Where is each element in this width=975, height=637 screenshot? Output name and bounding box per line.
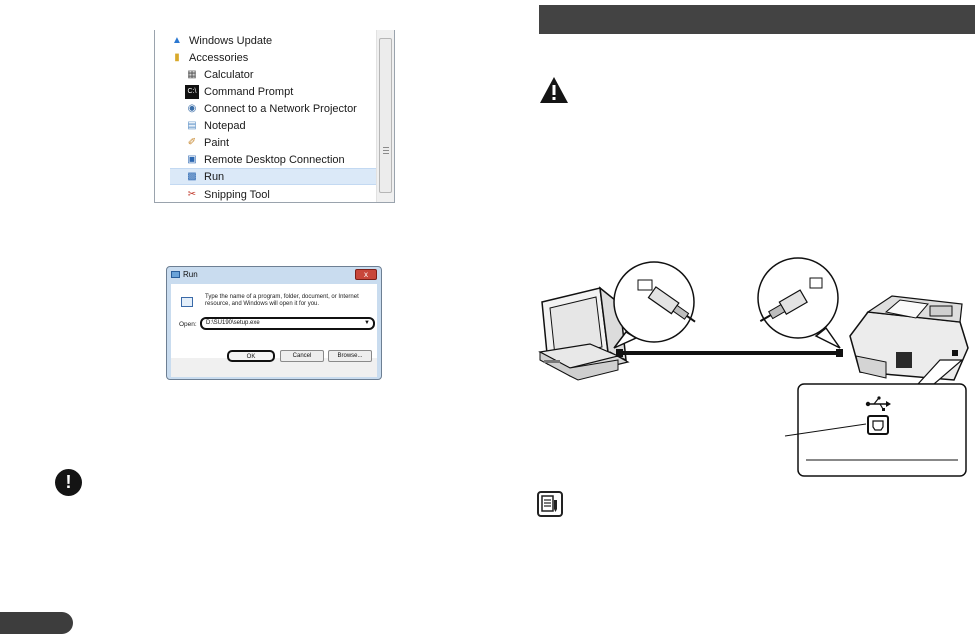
menu-item-label: Snipping Tool <box>204 188 270 201</box>
windows-update-icon: ▲ <box>172 34 182 46</box>
command-prompt-icon: C:\ <box>185 84 199 99</box>
open-label: Open: <box>179 321 197 328</box>
menu-item-accessories[interactable]: ▮ Accessories <box>170 49 390 66</box>
menu-scrollbar[interactable] <box>376 30 394 202</box>
scroll-grip-icon <box>383 147 389 156</box>
section-header-bar <box>539 5 975 34</box>
chevron-down-icon[interactable]: ▼ <box>364 319 370 328</box>
run-icon: ▩ <box>187 170 197 182</box>
menu-item-command-prompt[interactable]: C:\ Command Prompt <box>185 83 394 100</box>
menu-item-label: Remote Desktop Connection <box>204 153 345 166</box>
folder-icon: ▮ <box>174 51 180 63</box>
menu-item-label: Run <box>204 170 225 183</box>
cancel-button[interactable]: Cancel <box>280 350 324 362</box>
usb-b-port-icon <box>867 415 889 435</box>
menu-item-notepad[interactable]: ▤ Notepad <box>185 117 394 134</box>
notepad-icon: ▤ <box>187 119 197 131</box>
menu-item-snipping-tool[interactable]: ✂ Snipping Tool <box>185 186 394 202</box>
run-dialog-titlebar: Run <box>167 267 381 283</box>
menu-item-label: Calculator <box>204 68 254 81</box>
usb-a-connector-callout <box>613 261 696 349</box>
projector-icon: ◉ <box>187 102 197 114</box>
usb-port-detail-callout <box>784 359 967 477</box>
menu-item-label: Notepad <box>204 119 246 132</box>
scrollbar-thumb[interactable] <box>379 38 392 193</box>
open-input[interactable]: D:\SU190\setup.exe ▼ <box>200 317 375 330</box>
start-menu-screenshot: ▲ Windows Update ▮ Accessories ▦ Calcula… <box>154 30 395 203</box>
menu-item-calculator[interactable]: ▦ Calculator <box>185 66 394 83</box>
menu-item-network-projector[interactable]: ◉ Connect to a Network Projector <box>185 100 394 117</box>
run-dialog-title: Run <box>183 270 198 279</box>
usb-b-connector-callout <box>757 257 841 349</box>
usb-connection-illustration <box>538 257 969 477</box>
run-window-icon <box>171 271 180 278</box>
browse-button[interactable]: Browse... <box>328 350 372 362</box>
menu-item-label: Command Prompt <box>204 85 294 98</box>
paint-icon: ✐ <box>187 136 197 148</box>
note-icon <box>537 491 563 517</box>
page-number-tab <box>0 612 73 634</box>
menu-item-label: Accessories <box>189 51 249 64</box>
menu-item-windows-update[interactable]: ▲ Windows Update <box>170 32 390 49</box>
run-program-icon <box>181 297 193 307</box>
open-input-value: D:\SU190\setup.exe <box>206 320 260 326</box>
calculator-icon: ▦ <box>187 68 197 80</box>
snipping-tool-icon: ✂ <box>187 188 197 200</box>
remote-desktop-icon: ▣ <box>187 153 197 165</box>
important-icon: ! <box>55 469 82 496</box>
run-dialog: Run x Type the name of a program, folder… <box>166 266 382 380</box>
caution-icon <box>540 77 568 103</box>
ok-button[interactable]: OK <box>227 350 275 362</box>
menu-item-run[interactable]: ▩ Run <box>170 168 390 185</box>
menu-item-label: Windows Update <box>189 34 273 47</box>
run-dialog-description: Type the name of a program, folder, docu… <box>205 294 359 307</box>
close-button[interactable]: x <box>355 269 377 280</box>
menu-item-label: Connect to a Network Projector <box>204 102 357 115</box>
run-dialog-body: Type the name of a program, folder, docu… <box>171 284 377 358</box>
menu-item-remote-desktop[interactable]: ▣ Remote Desktop Connection <box>185 151 394 168</box>
menu-item-paint[interactable]: ✐ Paint <box>185 134 394 151</box>
menu-item-label: Paint <box>204 136 230 149</box>
